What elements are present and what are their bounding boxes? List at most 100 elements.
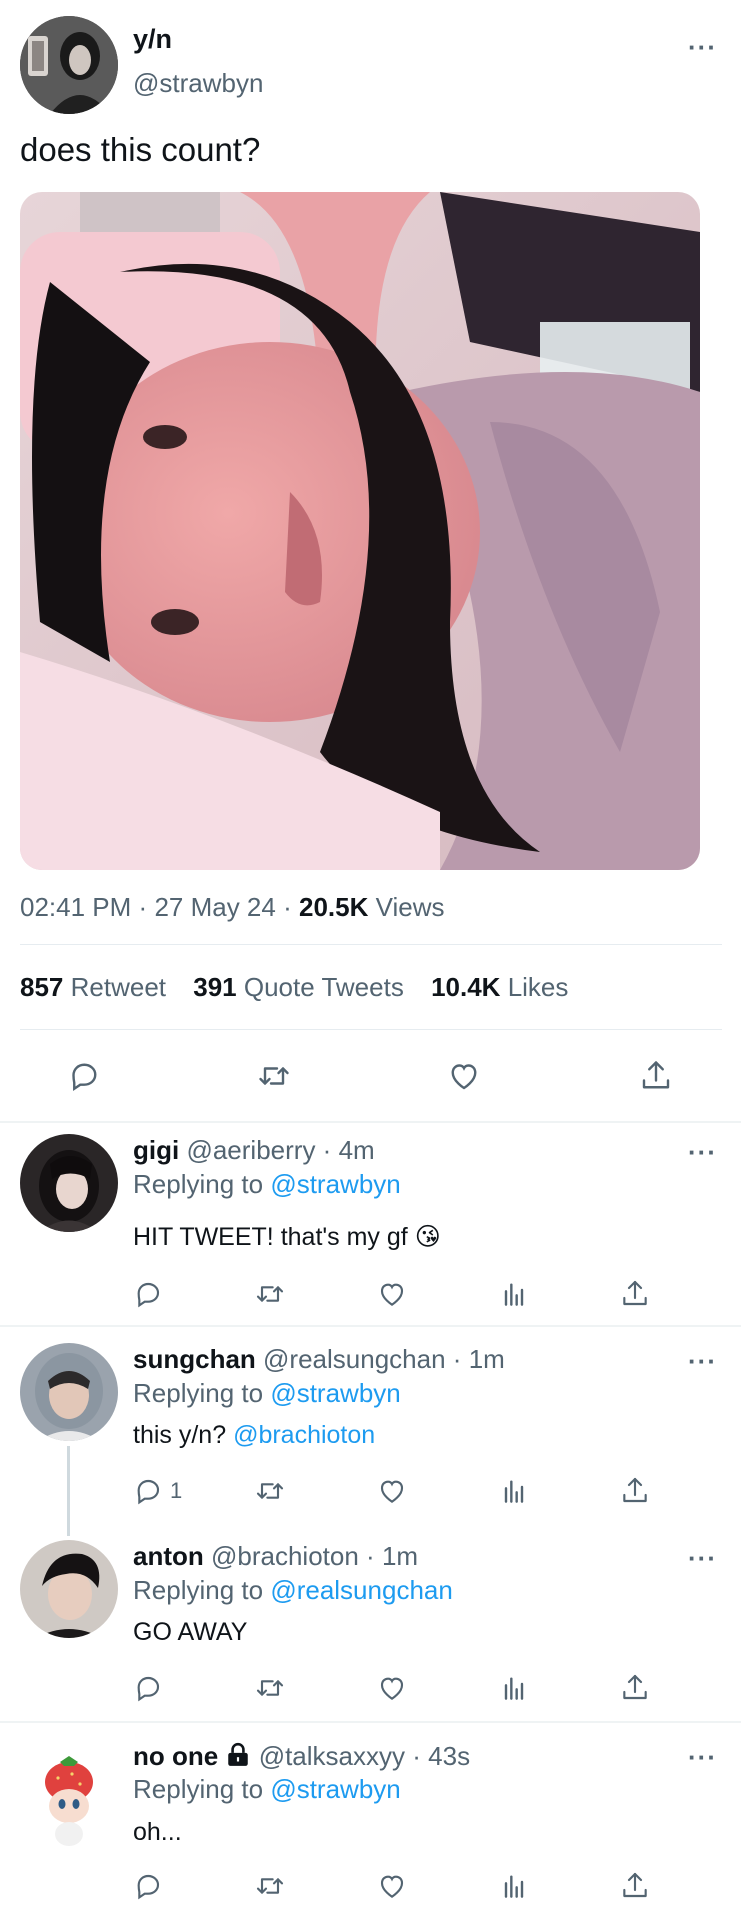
- reply-text: GO AWAY: [133, 1618, 248, 1646]
- replying-label: Replying to: [133, 1575, 264, 1605]
- tweet-time: 02:41 PM: [20, 892, 132, 922]
- share-icon: [623, 1674, 647, 1700]
- replying-to: Replying to @strawbyn: [133, 1378, 401, 1409]
- author-avatar[interactable]: [20, 16, 118, 114]
- retweets-stat[interactable]: 857 Retweet: [20, 972, 166, 1002]
- replying-label: Replying to: [133, 1774, 264, 1804]
- reply-separator: ·: [452, 1344, 462, 1374]
- retweet-button[interactable]: [254, 1672, 286, 1704]
- reply-author-name[interactable]: sungchan: [133, 1344, 256, 1374]
- reply-button[interactable]: 1: [132, 1475, 182, 1507]
- tweet-text: does this count?: [20, 131, 261, 168]
- retweet-button[interactable]: [254, 1870, 286, 1902]
- reply-icon: [137, 1874, 160, 1900]
- reply-icon: [137, 1282, 160, 1308]
- reply-button[interactable]: [132, 1278, 164, 1310]
- more-options-icon[interactable]: ···: [688, 1348, 717, 1374]
- more-options-icon[interactable]: ···: [688, 34, 717, 60]
- reply-author-handle[interactable]: @aeriberry: [186, 1135, 315, 1165]
- divider: [20, 1029, 722, 1030]
- reply-text-content: this y/n?: [133, 1421, 227, 1449]
- author-handle[interactable]: @strawbyn: [133, 68, 263, 99]
- analytics-icon: [504, 1480, 524, 1503]
- like-button[interactable]: [446, 1058, 482, 1094]
- divider: [0, 1121, 741, 1123]
- replying-label: Replying to: [133, 1378, 264, 1408]
- reply-button[interactable]: [132, 1672, 164, 1704]
- views-count: 20.5K: [298, 892, 369, 922]
- replying-to: Replying to @realsungchan: [133, 1575, 453, 1606]
- reply-separator: ·: [412, 1741, 421, 1771]
- share-icon: [642, 1061, 670, 1089]
- views-button[interactable]: [498, 1870, 530, 1902]
- quotes-stat[interactable]: 391 Quote Tweets: [193, 972, 404, 1002]
- views-button[interactable]: [498, 1278, 530, 1310]
- heart-icon: [380, 1283, 404, 1306]
- heart-icon: [451, 1064, 477, 1090]
- retweet-icon: [259, 1067, 289, 1085]
- reply-avatar[interactable]: [20, 1134, 118, 1232]
- share-button[interactable]: [619, 1278, 651, 1310]
- reply-author-handle[interactable]: @brachioton: [211, 1541, 359, 1571]
- reply-header: gigi @aeriberry · 4m: [133, 1135, 375, 1166]
- like-button[interactable]: [376, 1278, 408, 1310]
- reply-author-handle[interactable]: @realsungchan: [263, 1344, 446, 1374]
- share-button[interactable]: [619, 1475, 651, 1507]
- quotes-count: 391: [193, 972, 237, 1002]
- more-options-icon[interactable]: ···: [688, 1744, 717, 1770]
- reply-avatar[interactable]: [20, 1343, 118, 1441]
- more-options-icon[interactable]: ···: [688, 1139, 717, 1165]
- mention-link[interactable]: @brachioton: [233, 1421, 375, 1449]
- retweets-label: Retweet: [70, 972, 167, 1002]
- retweet-icon: [256, 1286, 284, 1302]
- share-button[interactable]: [638, 1058, 674, 1094]
- reply-button[interactable]: [66, 1058, 102, 1094]
- author-name[interactable]: y/n: [133, 24, 172, 55]
- reply-avatar[interactable]: [20, 1540, 118, 1638]
- reply-icon: [137, 1676, 160, 1702]
- reply-separator: ·: [366, 1541, 375, 1571]
- retweet-button[interactable]: [254, 1278, 286, 1310]
- tweet-stats: 857 Retweet 391 Quote Tweets 10.4K Likes: [20, 972, 568, 1003]
- tweet-photo[interactable]: [20, 192, 700, 870]
- retweet-icon: [256, 1483, 284, 1499]
- reply-author-name[interactable]: gigi: [133, 1135, 179, 1165]
- reply-author-handle[interactable]: @talksaxxyy: [259, 1741, 405, 1771]
- analytics-icon: [504, 1283, 524, 1306]
- like-button[interactable]: [376, 1870, 408, 1902]
- reply-text-content: HIT TWEET! that's my gf: [133, 1223, 408, 1251]
- more-options-icon[interactable]: ···: [688, 1545, 717, 1571]
- replying-to-link[interactable]: @strawbyn: [270, 1169, 400, 1199]
- thread-line: [67, 1446, 70, 1536]
- likes-count: 10.4K: [431, 972, 501, 1002]
- share-button[interactable]: [619, 1672, 651, 1704]
- likes-stat[interactable]: 10.4K Likes: [431, 972, 568, 1002]
- divider: [20, 944, 722, 945]
- retweet-button[interactable]: [254, 1475, 286, 1507]
- replying-to-link[interactable]: @realsungchan: [270, 1575, 453, 1605]
- reply-time: 1m: [381, 1541, 419, 1571]
- divider: [0, 1325, 741, 1327]
- reply-avatar[interactable]: [20, 1752, 118, 1850]
- like-button[interactable]: [376, 1475, 408, 1507]
- tweet-date: 27 May 24: [154, 892, 276, 922]
- replying-to-link[interactable]: @strawbyn: [270, 1378, 400, 1408]
- reply-author-name[interactable]: no one: [133, 1741, 218, 1771]
- views-button[interactable]: [498, 1475, 530, 1507]
- share-icon: [623, 1872, 647, 1898]
- retweet-icon: [256, 1680, 284, 1696]
- meta-separator: ·: [138, 892, 148, 922]
- heart-icon: [380, 1875, 404, 1898]
- replying-label: Replying to: [133, 1169, 264, 1199]
- like-button[interactable]: [376, 1672, 408, 1704]
- reply-icon: [137, 1479, 160, 1505]
- reply-button[interactable]: [132, 1870, 164, 1902]
- replying-to: Replying to @strawbyn: [133, 1774, 401, 1805]
- replying-to-link[interactable]: @strawbyn: [270, 1774, 400, 1804]
- meta-separator: ·: [283, 892, 292, 922]
- views-button[interactable]: [498, 1672, 530, 1704]
- share-button[interactable]: [619, 1870, 651, 1902]
- retweet-button[interactable]: [256, 1058, 292, 1094]
- reply-author-name[interactable]: anton: [133, 1541, 204, 1571]
- reply-time: 1m: [468, 1344, 505, 1374]
